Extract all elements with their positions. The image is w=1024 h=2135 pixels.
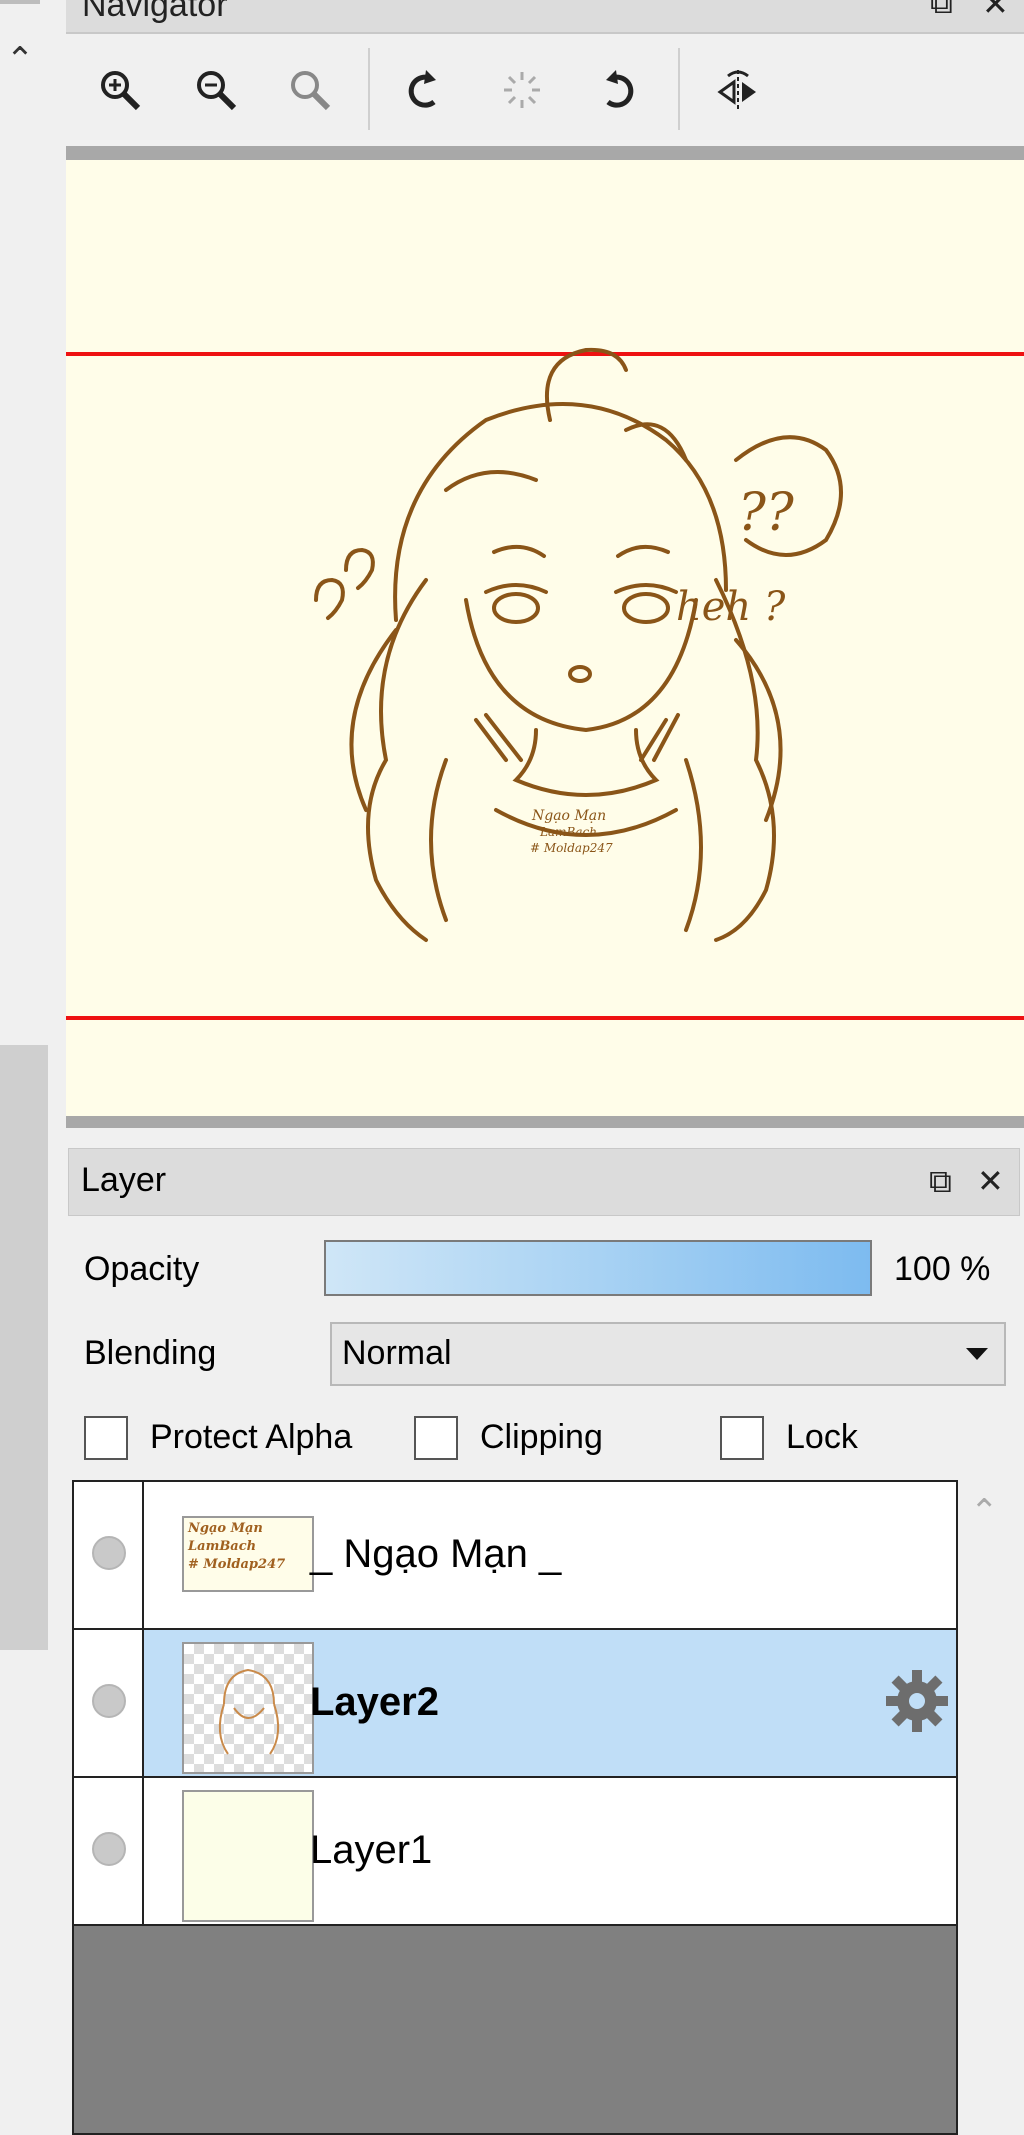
rotate-reset-icon[interactable] xyxy=(492,60,552,120)
close-icon[interactable]: ✕ xyxy=(982,0,1009,20)
layer-name: Layer1 xyxy=(310,1828,433,1872)
blending-value: Normal xyxy=(342,1334,452,1372)
thumb-text: Ngạo Mạn xyxy=(188,1521,263,1536)
opacity-value: 100 % xyxy=(894,1250,991,1288)
opacity-slider[interactable] xyxy=(324,1240,872,1296)
visibility-toggle[interactable] xyxy=(74,1482,144,1628)
visibility-toggle[interactable] xyxy=(74,1778,144,1924)
heh-text: heh ? xyxy=(676,584,786,630)
shirt-text: # Moldap247 xyxy=(530,841,613,855)
toolbar-separator xyxy=(678,48,680,130)
navigator-toolbar xyxy=(66,34,1024,146)
navigator-titlebar: Navigator ⧉ ✕ xyxy=(66,0,1024,34)
float-window-icon[interactable]: ⧉ xyxy=(929,1165,952,1197)
shirt-text: LamBach xyxy=(539,825,597,839)
left-panel-strip: ⌃ xyxy=(0,0,48,2135)
eye-dot-icon xyxy=(92,1536,126,1570)
scrollbar-thumb[interactable] xyxy=(0,1045,48,1650)
visibility-toggle[interactable] xyxy=(74,1630,144,1776)
navigator-canvas-preview[interactable]: heh ? ?? Ngạo Mạn LamBach # Moldap247 xyxy=(66,146,1024,1128)
lock-checkbox[interactable] xyxy=(720,1416,764,1460)
navigator-title: Navigator xyxy=(82,0,228,24)
thumb-text: # Moldap247 xyxy=(188,1557,286,1572)
rotate-right-icon[interactable] xyxy=(588,60,648,120)
layer-titlebar: Layer ⧉ ✕ xyxy=(68,1148,1020,1216)
protect-alpha-label: Protect Alpha xyxy=(150,1418,353,1456)
scroll-up-caret-icon[interactable]: ⌃ xyxy=(970,1492,999,1532)
zoom-in-icon[interactable] xyxy=(90,60,150,120)
close-icon[interactable]: ✕ xyxy=(977,1165,1004,1197)
clipping-checkbox[interactable] xyxy=(414,1416,458,1460)
layer-name: Layer2 xyxy=(310,1680,439,1724)
rotate-left-icon[interactable] xyxy=(394,60,454,120)
layer-name: _ Ngạo Mạn _ xyxy=(310,1532,562,1576)
lock-label: Lock xyxy=(786,1418,858,1456)
thumb-text: LamBach xyxy=(188,1539,257,1554)
clipping-label: Clipping xyxy=(480,1418,603,1456)
bubble-text: ?? xyxy=(738,483,795,543)
layer-row-selected[interactable]: Layer2 xyxy=(74,1630,956,1778)
float-window-icon[interactable]: ⧉ xyxy=(930,0,953,18)
layer-thumbnail xyxy=(182,1790,314,1922)
gear-icon[interactable] xyxy=(882,1666,952,1741)
flip-horizontal-icon[interactable] xyxy=(708,60,768,120)
zoom-out-icon[interactable] xyxy=(186,60,246,120)
toolbar-separator xyxy=(368,48,370,130)
opacity-label: Opacity xyxy=(84,1250,200,1288)
eye-dot-icon xyxy=(92,1684,126,1718)
blending-label: Blending xyxy=(84,1334,217,1372)
layer-thumbnail: Ngạo Mạn LamBach # Moldap247 xyxy=(182,1516,314,1592)
divider xyxy=(0,0,40,4)
shirt-text: Ngạo Mạn xyxy=(531,808,606,824)
layer-list: Ngạo Mạn LamBach # Moldap247 _ Ngạo Mạn … xyxy=(72,1480,958,2135)
layer-row[interactable]: Layer1 xyxy=(74,1778,956,1926)
chevron-down-icon xyxy=(966,1348,988,1360)
artwork-sketch: heh ? ?? Ngạo Mạn LamBach # Moldap247 xyxy=(314,347,843,942)
eye-dot-icon xyxy=(92,1832,126,1866)
collapse-caret-icon[interactable]: ⌃ xyxy=(4,40,36,80)
layer-thumbnail xyxy=(182,1642,314,1774)
layer-row[interactable]: Ngạo Mạn LamBach # Moldap247 _ Ngạo Mạn … xyxy=(74,1482,956,1630)
blending-dropdown[interactable]: Normal xyxy=(330,1322,1006,1386)
layer-panel-title: Layer xyxy=(81,1161,167,1199)
zoom-reset-icon[interactable] xyxy=(280,60,340,120)
protect-alpha-checkbox[interactable] xyxy=(84,1416,128,1460)
